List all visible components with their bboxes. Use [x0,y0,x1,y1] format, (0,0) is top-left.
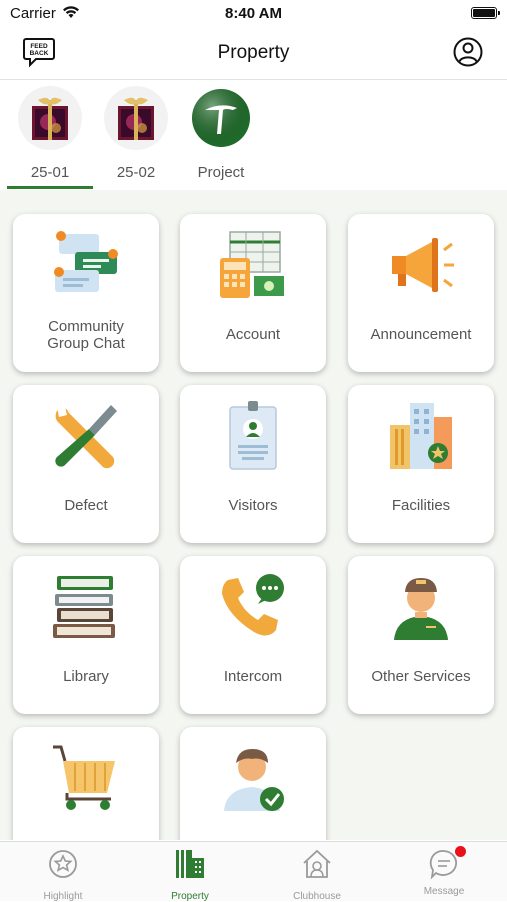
tile-other-services[interactable]: Other Services [348,556,494,714]
tile-label: Community Group Chat [47,318,125,352]
tab-label: Message [423,886,465,897]
tile-label: Announcement [370,326,472,343]
house-icon [303,849,331,878]
phone-icon [222,574,284,636]
tile-library[interactable]: Library [13,556,159,714]
tile-intercom[interactable]: Intercom [180,556,326,714]
star-icon [49,850,77,878]
project-logo-icon [192,89,250,147]
gift-icon [118,97,154,140]
building-icon [176,850,204,878]
megaphone-icon [392,238,454,292]
gift-icon [32,97,68,140]
property-avatar [104,86,168,150]
tools-icon [55,405,117,469]
property-tab-project[interactable]: Project [178,86,264,181]
tile-visitors[interactable]: Visitors [180,385,326,543]
tile-account[interactable]: Account [180,214,326,372]
account-icon [220,231,284,298]
property-label: 25-01 [30,164,70,181]
staff-icon [394,578,448,640]
tile-defect[interactable]: Defect [13,385,159,543]
page-title: Property [217,42,290,63]
profile-icon[interactable] [453,37,483,67]
property-selector: 25-01 25-02 Project [0,80,507,190]
battery-icon [471,7,500,19]
active-property-indicator [7,186,93,189]
tile-label: Facilities [391,497,451,514]
unread-badge [455,846,466,857]
tile-label: Defect [64,497,108,514]
community-chat-icon [54,231,118,292]
visitor-badge-icon [229,401,277,470]
tab-label: Clubhouse [293,891,341,902]
buildings-icon [390,403,452,469]
tile-label: Visitors [228,497,278,514]
property-label: Project [197,164,245,181]
tile-label: Intercom [223,668,283,685]
tile-label: Other Services [371,668,471,685]
nav-bar: FEED BACK Property [0,26,507,80]
cart-icon [53,745,115,810]
tile-label: Account [225,326,281,343]
message-icon-wrap [428,846,466,880]
tab-property[interactable]: Property [127,848,253,902]
tile-community-group-chat[interactable]: Community Group Chat [13,214,159,372]
service-grid: Community Group Chat Account Announcemen… [0,190,507,840]
clock: 8:40 AM [225,5,282,22]
tile-resident[interactable] [180,727,326,840]
tab-highlight[interactable]: Highlight [0,848,126,902]
books-icon [53,576,115,638]
tab-clubhouse[interactable]: Clubhouse [254,848,380,902]
tile-announcement[interactable]: Announcement [348,214,494,372]
property-avatar [189,86,253,150]
property-tab-25-01[interactable]: 25-01 [7,86,93,181]
verified-user-icon [224,749,284,811]
property-label: 25-02 [116,164,156,181]
tile-facilities[interactable]: Facilities [348,385,494,543]
tile-shopping[interactable] [13,727,159,840]
tab-label: Property [171,891,209,902]
tab-label: Highlight [43,891,83,902]
property-avatar [18,86,82,150]
status-bar: Carrier 8:40 AM [0,0,507,26]
tile-label: Library [63,668,109,685]
bottom-tab-bar: Highlight Property Clubhouse Message [0,841,507,902]
tab-message[interactable]: Message [381,846,507,897]
property-tab-25-02[interactable]: 25-02 [93,86,179,181]
